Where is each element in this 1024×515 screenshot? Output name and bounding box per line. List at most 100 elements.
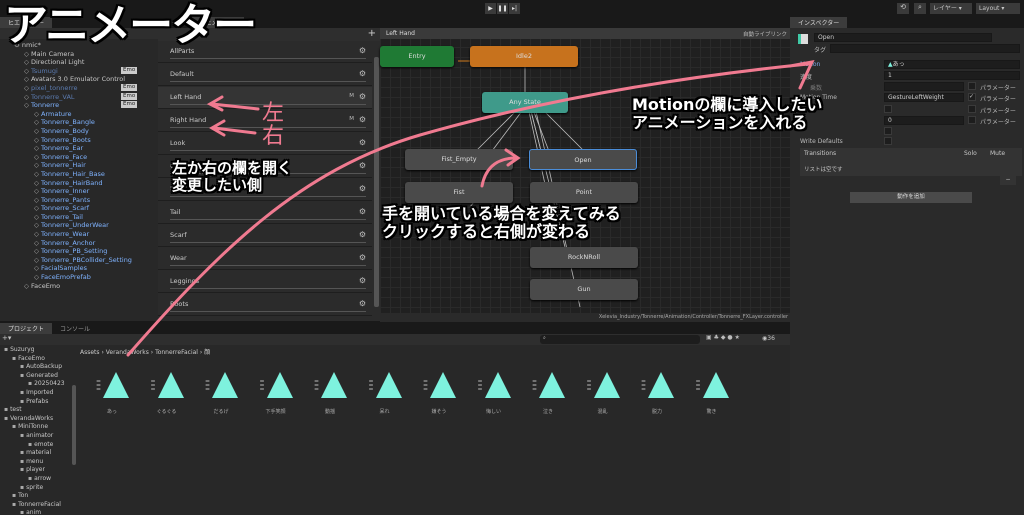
state-idle2[interactable]: Idle2 <box>470 46 578 67</box>
folder-item[interactable]: ▪ TonnerreFacial <box>0 501 76 510</box>
folder-item[interactable]: ▪ arrow <box>0 475 76 484</box>
hierarchy-item[interactable]: ◇ Tonnerre_Boots <box>0 136 158 145</box>
motion-field[interactable]: ▲あっ <box>884 60 1020 69</box>
history-icon[interactable]: ⟲ <box>897 3 909 14</box>
hierarchy-item[interactable]: ◇ FaceEmo <box>0 282 158 291</box>
gear-icon[interactable]: ⚙ <box>359 184 366 193</box>
animation-clip[interactable]: = = = あっ <box>92 372 132 415</box>
cycle-offset-field[interactable]: 0 <box>884 116 964 125</box>
hierarchy-item[interactable]: ◇ Tonnerre_Tail <box>0 213 158 222</box>
crumb-assets[interactable]: Assets <box>80 349 100 356</box>
gear-icon[interactable]: ⚙ <box>359 115 366 124</box>
folder-item[interactable]: ▪ emote <box>0 441 76 450</box>
animation-clip[interactable]: = = = 動揺 <box>310 372 350 415</box>
mirror-checkbox[interactable] <box>884 105 892 113</box>
gear-icon[interactable]: ⚙ <box>359 138 366 147</box>
state-rocknroll[interactable]: RockNRoll <box>530 247 638 268</box>
animation-clip[interactable]: = = = 混乱 <box>583 372 623 415</box>
gear-icon[interactable]: ⚙ <box>359 276 366 285</box>
gear-icon[interactable]: ⚙ <box>359 161 366 170</box>
hierarchy-item[interactable]: ◇ Tonnerre_Wear <box>0 230 158 239</box>
layout-dropdown[interactable]: Layout ▾ <box>976 3 1020 14</box>
animator-graph[interactable]: Left Hand 自動ライブリンク Entry Idle2 Any State… <box>380 17 790 322</box>
hierarchy-item[interactable]: ◇ Tonnerre_Ear <box>0 144 158 153</box>
weight-slider[interactable] <box>170 265 366 266</box>
weight-slider[interactable] <box>170 311 366 312</box>
add-layer-button[interactable]: + <box>368 28 376 39</box>
hierarchy-item[interactable]: ◇ FacialSamples <box>0 264 158 273</box>
weight-slider[interactable] <box>170 196 366 197</box>
layer-item[interactable]: Tail ⚙ <box>158 202 372 224</box>
layers-scrollbar[interactable] <box>374 57 379 307</box>
crumb-verandaworks[interactable]: VerandaWorks <box>106 349 149 356</box>
folder-item[interactable]: ▪ Suzuryg <box>0 346 76 355</box>
hierarchy-item[interactable]: ◇ Tonnerre_PBCollider_Setting <box>0 256 158 265</box>
project-tree-scrollbar[interactable] <box>72 385 76 465</box>
animation-clip[interactable]: = = = ぐるぐる <box>147 372 187 415</box>
crumb-face[interactable]: 顔 <box>204 349 210 356</box>
animation-clip[interactable]: = = = だるげ <box>201 372 241 415</box>
hierarchy-item[interactable]: ◇ Tonnerre_UnderWear <box>0 221 158 230</box>
hierarchy-item[interactable]: ◇ FaceEmoPrefab <box>0 273 158 282</box>
hierarchy-item[interactable]: ◇ Tsumugi Emo <box>0 66 158 76</box>
gear-icon[interactable]: ⚙ <box>359 69 366 78</box>
state-gun[interactable]: Gun <box>530 279 638 300</box>
tab-inspector[interactable]: インスペクター <box>790 17 848 28</box>
gear-icon[interactable]: ⚙ <box>359 230 366 239</box>
state-open[interactable]: Open <box>529 149 637 170</box>
mirror-param-checkbox[interactable] <box>968 105 976 113</box>
layer-item[interactable]: Wear ⚙ <box>158 248 372 270</box>
folder-item[interactable]: ▪ sprite <box>0 484 76 493</box>
folder-item[interactable]: ▪ animator <box>0 432 76 441</box>
search-icon[interactable]: ⌕ <box>914 3 926 14</box>
weight-slider[interactable] <box>170 150 366 151</box>
hierarchy-item[interactable]: ◇ Armature <box>0 110 158 119</box>
step-button[interactable]: ▸| <box>509 3 520 14</box>
hierarchy-item[interactable]: ◇ Tonnerre Emo <box>0 101 158 110</box>
multiplier-param-checkbox[interactable] <box>968 82 976 90</box>
write-defaults-checkbox[interactable] <box>884 137 892 145</box>
cycle-param-checkbox[interactable] <box>968 116 976 124</box>
hierarchy-item[interactable]: ◇ Directional Light <box>0 58 158 67</box>
motion-time-param-checkbox[interactable]: ✓ <box>968 93 976 101</box>
layer-item[interactable]: Leggings ⚙ <box>158 271 372 293</box>
folder-item[interactable]: ▪ Ton <box>0 492 76 501</box>
hierarchy-item[interactable]: ◇ Tonnerre_Inner <box>0 187 158 196</box>
crumb-tonnerrefacial[interactable]: TonnerreFacial <box>155 349 198 356</box>
layers-dropdown[interactable]: レイヤー ▾ <box>930 3 972 14</box>
play-button[interactable]: ▶ <box>485 3 496 14</box>
state-fist[interactable]: Fist <box>405 182 513 203</box>
weight-slider[interactable] <box>170 219 366 220</box>
hierarchy-item[interactable]: ◇ Tonnerre_Body <box>0 127 158 136</box>
folder-item[interactable]: ▪ Generated <box>0 372 76 381</box>
hierarchy-item[interactable]: ◇ Avatars 3.0 Emulator Control <box>0 75 158 84</box>
tag-field[interactable] <box>830 44 1020 53</box>
folder-item[interactable]: ▪ Prefabs <box>0 398 76 407</box>
multiplier-field[interactable] <box>884 82 964 91</box>
hierarchy-item[interactable]: ◇ Tonnerre_Pants <box>0 196 158 205</box>
state-point[interactable]: Point <box>530 182 638 203</box>
folder-item[interactable]: ▪ 20250423 <box>0 380 76 389</box>
weight-slider[interactable] <box>170 288 366 289</box>
gear-icon[interactable]: ⚙ <box>359 253 366 262</box>
weight-slider[interactable] <box>170 81 366 82</box>
state-fist-empty[interactable]: Fist_Empty <box>405 149 513 170</box>
hierarchy-item[interactable]: ◇ pixel_tonnerre Emo <box>0 83 158 93</box>
animation-clip[interactable]: = = = 驚き <box>692 372 732 415</box>
folder-item[interactable]: ▪ FaceEmo <box>0 355 76 364</box>
folder-item[interactable]: ▪ test <box>0 406 76 415</box>
pause-button[interactable]: ❚❚ <box>497 3 508 14</box>
folder-item[interactable]: ▪ player <box>0 466 76 475</box>
state-any-state[interactable]: Any State <box>482 92 568 113</box>
weight-slider[interactable] <box>170 242 366 243</box>
hierarchy-item[interactable]: ◇ Tonnerre_VAL Emo <box>0 92 158 102</box>
hierarchy-item[interactable]: ◇ Tonnerre_Anchor <box>0 239 158 248</box>
state-name-field[interactable]: Open <box>814 33 992 42</box>
tab-console[interactable]: コンソール <box>52 323 99 334</box>
speed-field[interactable]: 1 <box>884 71 1020 80</box>
layer-item[interactable]: Boots ⚙ <box>158 294 372 316</box>
hierarchy-item[interactable]: ◇ Tonnerre_Bangle <box>0 118 158 127</box>
add-behaviour-button[interactable]: 動作を追加 <box>850 192 972 203</box>
hierarchy-item[interactable]: ◇ Tonnerre_Hair <box>0 161 158 170</box>
animation-clip[interactable]: = = = 泣き <box>528 372 568 415</box>
